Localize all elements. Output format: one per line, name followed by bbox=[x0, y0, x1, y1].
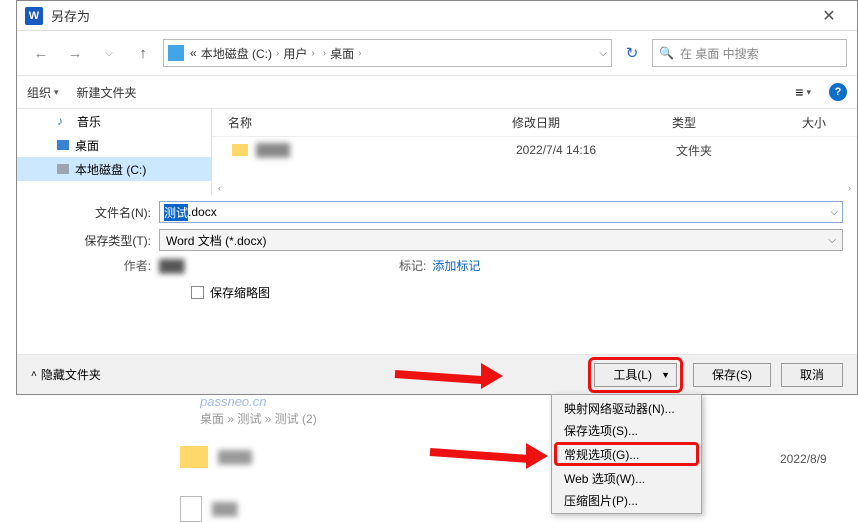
sidebar-item-desktop[interactable]: 桌面 bbox=[17, 133, 211, 157]
menu-map-network-drive[interactable]: 映射网络驱动器(N)... bbox=[554, 397, 699, 419]
bg-breadcrumb: 桌面 » 测试 » 测试 (2) bbox=[200, 410, 317, 427]
chevron-down-icon: ▼ bbox=[661, 370, 670, 380]
save-button[interactable]: 保存(S) bbox=[693, 363, 771, 387]
chevron-right-icon: › bbox=[358, 48, 361, 59]
tools-button[interactable]: 工具(L) ▼ bbox=[594, 363, 677, 387]
hide-folders-toggle[interactable]: ˄ 隐藏文件夹 bbox=[31, 366, 101, 383]
disk-icon bbox=[57, 164, 69, 174]
sidebar-item-label: 音乐 bbox=[77, 113, 101, 130]
bc-seg[interactable]: 桌面 bbox=[330, 45, 354, 62]
file-row[interactable]: ████ 2022/7/4 14:16 文件夹 bbox=[212, 137, 857, 163]
chevron-down-icon: ⌵ bbox=[828, 235, 836, 246]
nav-sidebar: ♪ 音乐 桌面 本地磁盘 (C:) bbox=[17, 109, 212, 195]
chevron-up-icon: ˄ bbox=[31, 369, 37, 380]
chevron-right-icon: › bbox=[276, 48, 279, 59]
tools-highlight: 工具(L) ▼ bbox=[588, 357, 683, 393]
search-placeholder: 在 桌面 中搜索 bbox=[680, 45, 759, 62]
bc-overflow[interactable]: « bbox=[190, 46, 197, 60]
filetype-label: 保存类型(T): bbox=[31, 232, 159, 249]
disk-icon bbox=[168, 45, 184, 61]
file-pane: 名称 修改日期 类型 大小 ████ 2022/7/4 14:16 文件夹 ‹› bbox=[212, 109, 857, 195]
bc-dropdown[interactable]: ⌵ bbox=[599, 48, 607, 59]
form-area: 文件名(N): 测试.docx ⌵ 保存类型(T): Word 文档 (*.do… bbox=[17, 195, 857, 309]
organize-button[interactable]: 组织 ▾ bbox=[27, 84, 59, 101]
bc-seg[interactable]: 用户 bbox=[283, 45, 307, 62]
sidebar-item-music[interactable]: ♪ 音乐 bbox=[17, 109, 211, 133]
music-icon: ♪ bbox=[57, 114, 71, 128]
help-button[interactable]: ? bbox=[829, 83, 847, 101]
search-icon: 🔍 bbox=[659, 46, 674, 60]
filename-selected: 测试 bbox=[164, 204, 188, 221]
bc-seg[interactable]: 本地磁盘 (C:) bbox=[201, 45, 272, 62]
sidebar-item-label: 本地磁盘 (C:) bbox=[75, 161, 146, 178]
filename-input[interactable]: 测试.docx ⌵ bbox=[159, 201, 843, 223]
menu-web-options[interactable]: Web 选项(W)... bbox=[554, 467, 699, 489]
sidebar-item-label: 桌面 bbox=[75, 137, 99, 154]
navbar: ← → ⌵ ↑ « 本地磁盘 (C:) › 用户 › › 桌面 › ⌵ ↻ 🔍 … bbox=[17, 31, 857, 75]
desktop-icon bbox=[57, 140, 69, 150]
file-icon bbox=[180, 496, 202, 522]
checkbox-icon bbox=[191, 286, 204, 299]
author-label: 作者: bbox=[31, 257, 159, 274]
tools-dropdown: 映射网络驱动器(N)... 保存选项(S)... 常规选项(G)... Web … bbox=[551, 394, 702, 514]
body-split: ♪ 音乐 桌面 本地磁盘 (C:) 名称 修改日期 类型 大小 ████ bbox=[17, 109, 857, 195]
close-button[interactable]: ✕ bbox=[809, 6, 849, 26]
filetype-select[interactable]: Word 文档 (*.docx) ⌵ bbox=[159, 229, 843, 251]
filename-ext: .docx bbox=[188, 205, 217, 219]
back-button[interactable]: ← bbox=[27, 39, 55, 67]
save-as-dialog: W 另存为 ✕ ← → ⌵ ↑ « 本地磁盘 (C:) › 用户 › › 桌面 … bbox=[16, 0, 858, 395]
col-name[interactable]: 名称 bbox=[212, 114, 512, 131]
bg-file-row: ███ bbox=[180, 496, 238, 522]
titlebar: W 另存为 ✕ bbox=[17, 1, 857, 31]
chevron-right-icon: › bbox=[311, 48, 314, 59]
breadcrumb[interactable]: « 本地磁盘 (C:) › 用户 › › 桌面 › ⌵ bbox=[163, 39, 612, 67]
recent-dropdown[interactable]: ⌵ bbox=[95, 39, 123, 67]
bg-date: 2022/8/9 bbox=[780, 452, 827, 466]
menu-compress-pictures[interactable]: 压缩图片(P)... bbox=[554, 489, 699, 511]
filename-label: 文件名(N): bbox=[31, 204, 159, 221]
author-value[interactable]: ███ bbox=[159, 259, 229, 273]
forward-button[interactable]: → bbox=[61, 39, 89, 67]
chevron-down-icon[interactable]: ⌵ bbox=[830, 207, 838, 218]
chevron-down-icon: ▾ bbox=[806, 87, 811, 98]
toolbar: 组织 ▾ 新建文件夹 ≡ ▾ ? bbox=[17, 75, 857, 109]
col-date[interactable]: 修改日期 bbox=[512, 114, 672, 131]
refresh-button[interactable]: ↻ bbox=[618, 39, 646, 67]
bottom-bar: ˄ 隐藏文件夹 工具(L) ▼ 保存(S) 取消 bbox=[17, 354, 857, 394]
menu-save-options[interactable]: 保存选项(S)... bbox=[554, 419, 699, 441]
new-folder-button[interactable]: 新建文件夹 bbox=[77, 84, 137, 101]
watermark: passneo.cn bbox=[200, 394, 267, 409]
cancel-button[interactable]: 取消 bbox=[781, 363, 843, 387]
folder-icon bbox=[180, 446, 208, 468]
thumbnail-label: 保存缩略图 bbox=[210, 284, 270, 301]
tags-label: 标记: bbox=[399, 257, 426, 274]
dialog-title: 另存为 bbox=[51, 6, 809, 25]
word-icon: W bbox=[25, 7, 43, 25]
file-type: 文件夹 bbox=[676, 142, 806, 159]
scroll-hint[interactable]: ‹› bbox=[212, 183, 857, 195]
col-size[interactable]: 大小 bbox=[802, 114, 857, 131]
search-input[interactable]: 🔍 在 桌面 中搜索 bbox=[652, 39, 847, 67]
list-view-icon: ≡ bbox=[795, 84, 803, 100]
add-tag-link[interactable]: 添加标记 bbox=[432, 257, 480, 274]
col-type[interactable]: 类型 bbox=[672, 114, 802, 131]
up-button[interactable]: ↑ bbox=[129, 39, 157, 67]
chevron-down-icon: ▾ bbox=[54, 87, 59, 98]
column-headers: 名称 修改日期 类型 大小 bbox=[212, 109, 857, 137]
sidebar-item-local-disk[interactable]: 本地磁盘 (C:) bbox=[17, 157, 211, 181]
view-mode-button[interactable]: ≡ ▾ bbox=[795, 84, 811, 100]
folder-icon bbox=[232, 144, 248, 156]
bg-file-row: ████ bbox=[180, 446, 252, 468]
hide-folders-label: 隐藏文件夹 bbox=[41, 366, 101, 383]
menu-general-options[interactable]: 常规选项(G)... bbox=[554, 442, 699, 466]
filetype-value: Word 文档 (*.docx) bbox=[166, 232, 266, 249]
background-explorer: passneo.cn 桌面 » 测试 » 测试 (2) ████ 2022/8/… bbox=[100, 396, 858, 511]
chevron-right-icon: › bbox=[323, 48, 326, 59]
save-thumbnail-checkbox[interactable]: 保存缩略图 bbox=[191, 284, 843, 301]
file-date: 2022/7/4 14:16 bbox=[516, 143, 676, 157]
